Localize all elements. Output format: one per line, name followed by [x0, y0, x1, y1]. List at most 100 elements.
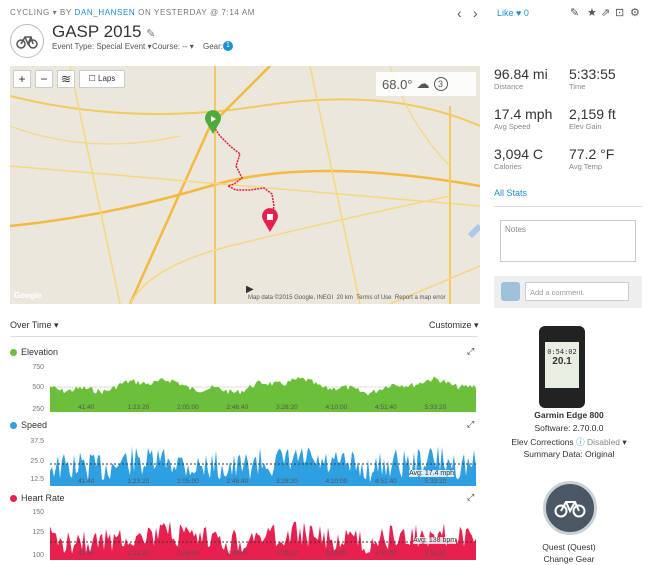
x-tick: 2:05:00 [177, 550, 199, 557]
gear-label: Gear: [203, 42, 224, 51]
speed-area [50, 446, 476, 486]
speed-avg: Avg: 17.4 mph [409, 470, 455, 477]
x-tick: 3:28:20 [276, 404, 298, 411]
stat-calories: 3,094 C Calories [494, 146, 544, 171]
x-tick: 3:28:20 [276, 550, 298, 557]
google-logo: Google [14, 291, 42, 300]
elev-corrections[interactable]: Elev Corrections ⓘ Disabled ▾ [494, 436, 644, 448]
heart-rate-label: Heart Rate [10, 493, 65, 503]
layers-icon[interactable]: ≋ [57, 70, 75, 88]
hr-dot [10, 494, 17, 502]
x-tick: 41:40 [78, 478, 95, 485]
edit-title-icon[interactable]: ✎ [146, 28, 155, 40]
x-tick: 1:23:20 [127, 550, 150, 557]
event-type[interactable]: Event Type: Special Event ▾ [52, 42, 152, 51]
zoom-in-button[interactable]: + [13, 70, 31, 88]
y-tick: 37.5 [30, 438, 44, 445]
weather-box: 68.0° ☁ 3 [376, 72, 476, 96]
lock-icon[interactable]: ⊡ [615, 6, 624, 19]
heart-icon[interactable]: ♥ [516, 8, 521, 18]
elevation-chart[interactable] [50, 362, 476, 412]
gear-count-badge[interactable]: 1 [223, 41, 233, 51]
stat-elev-gain: 2,159 ft Elev Gain [569, 106, 616, 131]
y-tick: 125 [32, 529, 44, 536]
speed-label: Speed [10, 420, 47, 430]
x-tick: 4:10:00 [325, 478, 348, 485]
customize-dropdown[interactable]: Customize ▾ [429, 320, 479, 331]
y-tick: 12.5 [30, 476, 44, 483]
prev-arrow-icon[interactable]: ‹ [457, 5, 462, 21]
speed-dot [10, 421, 17, 429]
x-tick: 4:10:00 [325, 404, 348, 411]
y-tick: 750 [32, 364, 44, 371]
settings-gear-icon[interactable]: ⚙ [630, 6, 640, 19]
heart-rate-chart[interactable] [50, 508, 476, 560]
activity-date: ON YESTERDAY @ 7:14 AM [138, 8, 256, 17]
x-tick: 4:10:00 [325, 550, 348, 557]
x-tick: 4:51:40 [375, 404, 397, 411]
x-tick: 2:05:00 [177, 478, 199, 485]
user-link[interactable]: DAN_HANSEN [75, 8, 136, 17]
y-tick: 100 [32, 552, 44, 559]
bike-gear-icon[interactable] [543, 481, 597, 535]
x-tick: 41:40 [78, 404, 95, 411]
by-prefix: BY [60, 8, 72, 17]
stat-distance: 96.84 mi Distance [494, 66, 548, 91]
x-tick: 5:33:20 [424, 404, 447, 411]
elevation-area [50, 376, 476, 412]
cycling-activity-icon [10, 24, 44, 58]
laps-toggle[interactable]: ☐ Laps [79, 70, 125, 88]
x-tick: 4:51:40 [375, 550, 397, 557]
hr-avg: Avg: 138 bpm [413, 537, 457, 544]
y-tick: 25.0 [30, 458, 44, 465]
x-tick: 1:23:20 [127, 478, 150, 485]
start-marker-icon[interactable] [204, 110, 222, 139]
divider [494, 206, 642, 207]
device-name: Garmin Edge 800 [534, 410, 604, 420]
next-arrow-icon[interactable]: › [473, 5, 478, 21]
expand-hr-icon[interactable]: ⤢ [467, 492, 474, 503]
over-time-dropdown[interactable]: Over Time ▾ [10, 320, 59, 331]
activity-title: GASP 2015 ✎ [52, 22, 156, 41]
summary-data: Summary Data: Original [523, 449, 615, 459]
finish-marker-icon[interactable] [261, 208, 279, 237]
comment-input[interactable]: Add a comment. [525, 282, 629, 301]
cloud-icon: ☁ [416, 76, 430, 91]
like-count: 0 [523, 8, 529, 18]
change-gear-link[interactable]: Change Gear [494, 554, 644, 564]
like-box[interactable]: Like ♥ 0 [497, 8, 529, 18]
notes-textarea[interactable]: Notes [500, 220, 636, 262]
stat-avg-speed: 17.4 mph Avg Speed [494, 106, 553, 131]
y-tick: 250 [32, 406, 44, 413]
expand-elevation-icon[interactable]: ⤢ [467, 346, 474, 357]
x-tick: 2:46:40 [226, 478, 249, 485]
sport-dropdown-icon[interactable]: ▾ [53, 8, 58, 17]
device-screen: 0:54:02 20.1 [545, 342, 579, 388]
lap-count[interactable]: 3 [433, 77, 448, 91]
x-tick: 41:40 [78, 550, 95, 557]
like-label[interactable]: Like [497, 8, 514, 18]
speed-chart[interactable] [50, 436, 476, 486]
edit-icon[interactable]: ✎ [570, 6, 579, 19]
x-tick: 5:33:20 [424, 550, 447, 557]
map-attribution: Map data ©2015 Google, INEGI 20 km Terms… [248, 295, 446, 301]
gear-name: Quest (Quest) [542, 542, 596, 552]
activity-meta: CYCLING ▾ BY DAN_HANSEN ON YESTERDAY @ 7… [10, 8, 255, 17]
all-stats-link[interactable]: All Stats [494, 188, 527, 198]
sport-label: CYCLING [10, 8, 50, 17]
x-tick: 4:51:40 [375, 478, 397, 485]
course-select[interactable]: Course: -- ▾ [152, 42, 194, 51]
x-tick: 2:46:40 [226, 550, 249, 557]
share-icon[interactable]: ⇗ [601, 6, 610, 19]
temperature: 68.0° [382, 76, 413, 92]
zoom-out-button[interactable]: − [35, 70, 53, 88]
map-controls: + − ≋ ☐ Laps [13, 70, 125, 88]
route-map[interactable]: + − ≋ ☐ Laps Google ▶ Map data ©2015 Goo… [10, 66, 480, 304]
x-tick: 3:28:20 [276, 478, 298, 485]
elevation-dot [10, 348, 17, 356]
star-icon[interactable]: ★ [587, 6, 597, 19]
expand-speed-icon[interactable]: ⤢ [467, 419, 474, 430]
play-route-icon[interactable]: ▶ [246, 284, 254, 295]
x-tick: 1:23:20 [127, 404, 150, 411]
user-avatar [501, 282, 520, 301]
